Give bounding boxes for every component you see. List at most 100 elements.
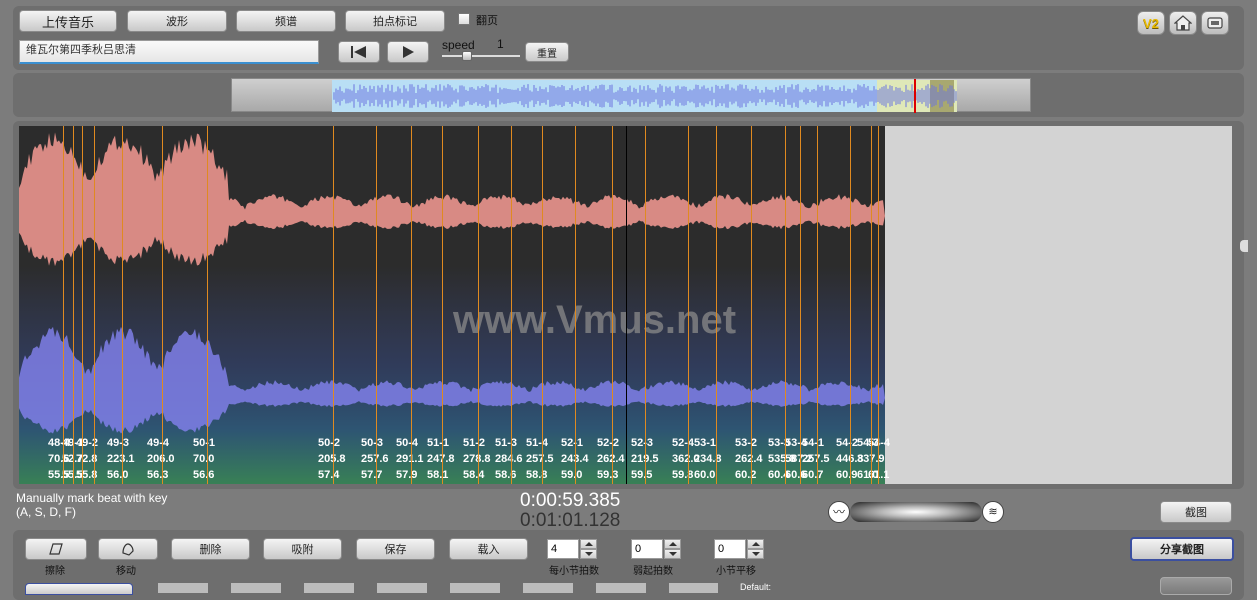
- skip-to-start-button[interactable]: [338, 41, 380, 63]
- beat-marker-line[interactable]: [878, 126, 879, 484]
- bar-shift-down[interactable]: [747, 549, 764, 559]
- beat-marker-line[interactable]: [207, 126, 208, 484]
- marker-value-1: 223.1: [107, 453, 135, 465]
- beat-marker-line[interactable]: [73, 126, 74, 484]
- beat-marker-line[interactable]: [94, 126, 95, 484]
- pickup-down[interactable]: [664, 549, 681, 559]
- beat-marker-line[interactable]: [751, 126, 752, 484]
- beat-marker-line[interactable]: [575, 126, 576, 484]
- speed-value: 1: [497, 37, 504, 51]
- beat-key-hint-line1: Manually mark beat with key: [16, 491, 168, 505]
- marker-value-1: 262.4: [735, 453, 763, 465]
- speed-label: speed: [442, 38, 475, 52]
- marker-value-2: 59.3: [597, 469, 619, 481]
- beat-marker-line[interactable]: [688, 126, 689, 484]
- marker-value-2: 60.0: [694, 469, 716, 481]
- right-scroll-handle[interactable]: [1240, 240, 1248, 252]
- flip-page-checkbox[interactable]: [458, 13, 470, 25]
- pickup-up[interactable]: [664, 539, 681, 549]
- bar-shift-label: 小节平移: [716, 566, 756, 577]
- marker-label: 52-3: [631, 437, 654, 449]
- fullscreen-button[interactable]: [1201, 11, 1229, 35]
- beat-marker-line[interactable]: [162, 126, 163, 484]
- marker-value-1: 278.8: [463, 453, 491, 465]
- marker-value-2: 60.7: [802, 469, 824, 481]
- move-label: 移动: [116, 566, 136, 577]
- bar-shift-up[interactable]: [747, 539, 764, 549]
- lower-row-button[interactable]: [25, 583, 133, 595]
- marker-value-2: 56.0: [107, 469, 129, 481]
- marker-value-1: 257.6: [361, 453, 389, 465]
- bar-shift-stepper[interactable]: 0: [714, 539, 764, 559]
- bar-shift-value[interactable]: 0: [714, 539, 746, 559]
- beat-marker-line[interactable]: [612, 126, 613, 484]
- beat-marker-line[interactable]: [542, 126, 543, 484]
- delete-button[interactable]: 删除: [171, 538, 250, 560]
- erase-button[interactable]: [25, 538, 87, 560]
- move-button[interactable]: [98, 538, 158, 560]
- beat-marker-line[interactable]: [871, 126, 872, 484]
- speed-slider-thumb[interactable]: [462, 51, 472, 61]
- home-button[interactable]: [1169, 11, 1197, 35]
- beat-marker-line[interactable]: [800, 126, 801, 484]
- screenshot-button[interactable]: 截图: [1160, 501, 1232, 523]
- marker-label: 49-4: [147, 437, 170, 449]
- beats-per-bar-down[interactable]: [580, 549, 597, 559]
- save-button[interactable]: 保存: [356, 538, 435, 560]
- marker-value-1: 206.0: [147, 453, 175, 465]
- beat-marker-line[interactable]: [478, 126, 479, 484]
- load-button[interactable]: 载入: [449, 538, 528, 560]
- snap-button[interactable]: 吸附: [263, 538, 342, 560]
- upload-music-button[interactable]: 上传音乐: [19, 10, 117, 32]
- skip-start-icon: [351, 46, 366, 58]
- marker-label: 50-3: [361, 437, 384, 449]
- beat-marker-line[interactable]: [376, 126, 377, 484]
- pickup-stepper[interactable]: 0: [631, 539, 681, 559]
- volume-slider[interactable]: 〰 ≋: [828, 500, 1004, 524]
- lower-right-button[interactable]: [1160, 577, 1232, 595]
- beat-marker-line[interactable]: [716, 126, 717, 484]
- marker-value-1: 247.8: [427, 453, 455, 465]
- volume-track[interactable]: [850, 502, 982, 522]
- marker-value-1: 234.8: [694, 453, 722, 465]
- marker-value-1: 70.0: [193, 453, 215, 465]
- beats-per-bar-up[interactable]: [580, 539, 597, 549]
- waveform-spectrum-graphic: [19, 132, 885, 484]
- default-label: Default:: [740, 582, 772, 592]
- spectrum-button[interactable]: 频谱: [236, 10, 336, 32]
- beat-marker-line[interactable]: [442, 126, 443, 484]
- speed-slider-track[interactable]: [442, 55, 520, 57]
- beat-marker-line[interactable]: [82, 126, 83, 484]
- waveform-spectrum-canvas[interactable]: [19, 126, 885, 484]
- marker-value-2: 58.4: [463, 469, 485, 481]
- beat-marker-line[interactable]: [850, 126, 851, 484]
- beat-mark-button[interactable]: 拍点标记: [345, 10, 445, 32]
- beat-marker-line[interactable]: [411, 126, 412, 484]
- home-icon: [1174, 15, 1192, 31]
- beats-per-bar-value[interactable]: 4: [547, 539, 579, 559]
- song-title-field[interactable]: 维瓦尔第四季秋吕思清: [19, 40, 319, 64]
- total-time: 0:01:01.128: [520, 510, 621, 531]
- playhead-line: [626, 126, 627, 484]
- beat-marker-line[interactable]: [511, 126, 512, 484]
- beat-marker-line[interactable]: [122, 126, 123, 484]
- beat-marker-line[interactable]: [645, 126, 646, 484]
- marker-value-1: 284.6: [495, 453, 523, 465]
- overview-waveform[interactable]: [231, 78, 1031, 113]
- beat-marker-line[interactable]: [785, 126, 786, 484]
- marker-value-2: 58.8: [526, 469, 548, 481]
- waveform-button[interactable]: 波形: [127, 10, 227, 32]
- beats-per-bar-stepper[interactable]: 4: [547, 539, 597, 559]
- empty-canvas-area: [885, 126, 1232, 484]
- beat-marker-line[interactable]: [333, 126, 334, 484]
- play-button[interactable]: [387, 41, 429, 63]
- marker-value-2: 57.9: [396, 469, 418, 481]
- marker-label: 51-1: [427, 437, 450, 449]
- beat-marker-line[interactable]: [817, 126, 818, 484]
- beat-marker-line[interactable]: [63, 126, 64, 484]
- marker-value-2: 58.6: [495, 469, 517, 481]
- pickup-value[interactable]: 0: [631, 539, 663, 559]
- v2-button[interactable]: V2: [1137, 11, 1165, 35]
- reset-button[interactable]: 重置: [525, 42, 569, 62]
- share-screenshot-button[interactable]: 分享截图: [1130, 537, 1234, 561]
